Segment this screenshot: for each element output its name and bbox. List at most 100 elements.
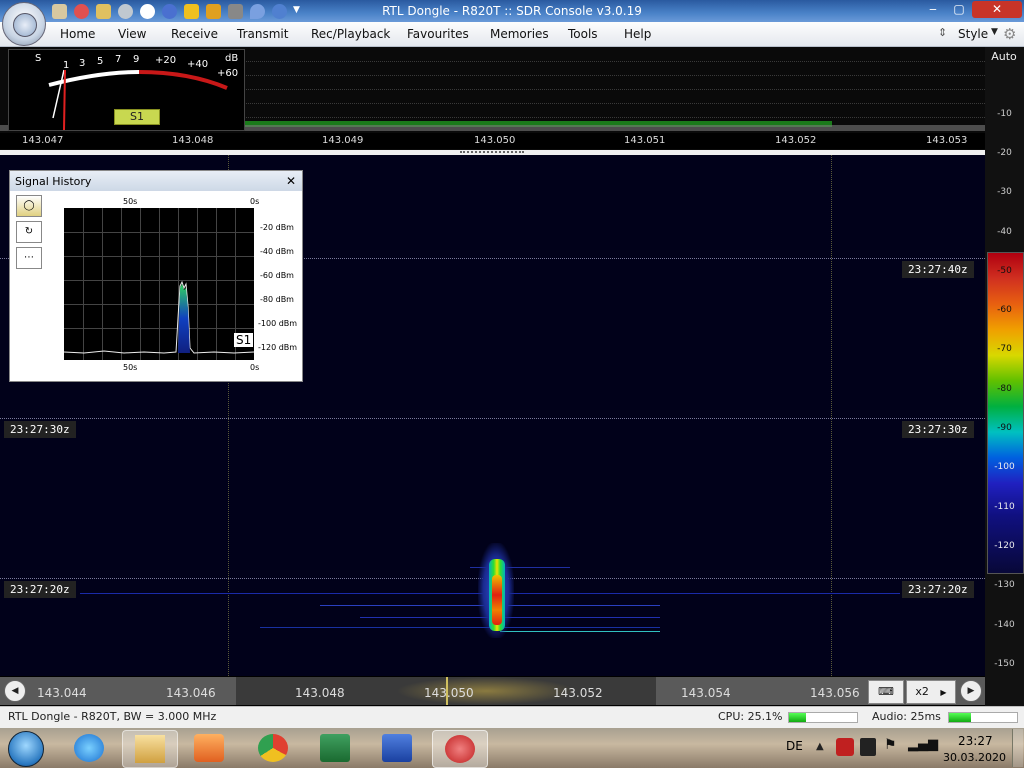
color-scale-label: -50 <box>997 266 1012 276</box>
media-player-icon <box>194 734 224 762</box>
keyboard-icon[interactable]: ⌨ <box>868 680 904 704</box>
cpu-meter-fill <box>789 713 807 722</box>
s-scale-label: 5 <box>97 56 104 67</box>
signal-core <box>492 575 502 625</box>
lock-icon[interactable] <box>206 4 221 19</box>
history-db-label: -100 dBm <box>258 319 298 328</box>
flag-icon[interactable]: ⚑ <box>884 737 897 753</box>
taskbar-internet-explorer[interactable] <box>62 730 116 766</box>
folder-icon <box>135 735 165 763</box>
gear-icon[interactable]: ⚙ <box>1003 25 1016 43</box>
freq-tick: 143.052 <box>775 135 817 146</box>
level-label: -140 <box>994 620 1015 630</box>
db-scale-label: +60 <box>217 68 239 79</box>
history-db-label: -60 dBm <box>260 271 294 280</box>
menu-rec-playback[interactable]: Rec/Playback <box>311 27 390 41</box>
language-indicator[interactable]: DE <box>786 739 803 753</box>
signal-history-panel[interactable]: Signal History ✕ ◯ ↻ ⋯ 50s 0s -20 dBm -4… <box>9 170 303 382</box>
history-db-label: -40 dBm <box>260 247 294 256</box>
s-scale-label: 7 <box>115 54 122 65</box>
antivirus-icon[interactable] <box>836 738 854 756</box>
taskbar-chrome[interactable] <box>246 730 300 766</box>
excel-icon <box>320 734 350 762</box>
show-hidden-icons-icon[interactable]: ▲ <box>816 741 824 752</box>
undo-icon[interactable] <box>272 4 287 19</box>
more-options-button[interactable]: ⋯ <box>16 247 42 269</box>
grid-line <box>240 89 985 90</box>
color-scale-bar[interactable] <box>987 252 1024 574</box>
taskbar-sdr-console[interactable] <box>432 730 488 768</box>
close-button[interactable]: ✕ <box>972 1 1022 18</box>
cpu-status: CPU: 25.1% <box>718 710 783 723</box>
taskbar-word[interactable] <box>370 730 424 766</box>
color-scale-label: -100 <box>994 462 1015 472</box>
s-scale-label: 9 <box>133 54 140 65</box>
network-icon[interactable]: ▂▄▆ <box>908 737 938 752</box>
color-scale-label: -110 <box>994 502 1015 512</box>
grip-icon <box>460 151 524 153</box>
chrome-icon <box>258 734 288 762</box>
scroll-right-button[interactable]: ▶ <box>960 680 982 702</box>
signal-history-title: Signal History <box>15 175 92 188</box>
style-arrows-icon[interactable]: ⇕ <box>938 26 947 39</box>
menu-help[interactable]: Help <box>624 27 651 41</box>
sdr-console-icon <box>445 735 475 763</box>
minimize-button[interactable]: ‒ <box>920 1 946 18</box>
quick-access-dropdown-icon[interactable]: ▼ <box>293 5 300 15</box>
star-icon[interactable] <box>184 4 199 19</box>
style-dropdown-icon[interactable]: ▼ <box>991 27 998 37</box>
windows-logo-icon <box>8 731 44 767</box>
clock-time[interactable]: 23:27 <box>958 734 993 748</box>
menu-transmit[interactable]: Transmit <box>237 27 288 41</box>
signal-trace <box>260 627 660 628</box>
clock-date[interactable]: 30.03.2020 <box>943 751 1006 764</box>
restore-button[interactable]: ▢ <box>946 1 972 18</box>
taskbar-media-player[interactable] <box>182 730 236 766</box>
history-db-label: -20 dBm <box>260 223 294 232</box>
range-freq-label: 143.052 <box>553 686 603 700</box>
db-scale-label: +20 <box>155 55 177 66</box>
folder-icon[interactable] <box>96 4 111 19</box>
drop-icon[interactable] <box>250 4 265 19</box>
camera-icon[interactable] <box>228 4 243 19</box>
zoom-value: x2 <box>915 685 929 698</box>
lifebuoy-icon[interactable] <box>74 4 89 19</box>
s-scale-label: 3 <box>79 58 86 69</box>
color-scale-label: -70 <box>997 344 1012 354</box>
spectrum-frequency-axis: 143.047 143.048 143.049 143.050 143.051 … <box>0 133 985 149</box>
menu-home[interactable]: Home <box>60 27 95 41</box>
signal-history-header[interactable]: Signal History ✕ <box>10 171 302 191</box>
zoom-button[interactable]: x2 ▶ <box>906 680 956 704</box>
timestamp-label: 23:27:30z <box>4 421 76 438</box>
reset-history-button[interactable]: ↻ <box>16 221 42 243</box>
taskbar-excel[interactable] <box>308 730 362 766</box>
style-menu[interactable]: Style <box>958 27 988 41</box>
history-reading: S1 <box>234 333 254 347</box>
home-icon[interactable] <box>52 4 67 19</box>
menu-view[interactable]: View <box>118 27 146 41</box>
menu-favourites[interactable]: Favourites <box>407 27 469 41</box>
add-icon[interactable] <box>162 4 177 19</box>
audio-meter <box>948 712 1018 723</box>
word-icon <box>382 734 412 762</box>
history-trace <box>64 280 254 354</box>
menu-receive[interactable]: Receive <box>171 27 218 41</box>
stop-icon[interactable] <box>140 4 155 19</box>
device-icon[interactable] <box>860 738 876 756</box>
timestamp-label: 23:27:40z <box>902 261 974 278</box>
play-icon[interactable] <box>118 4 133 19</box>
scroll-left-button[interactable]: ◀ <box>4 680 26 702</box>
show-desktop-button[interactable] <box>1012 729 1023 767</box>
freq-tick: 143.048 <box>172 135 214 146</box>
menu-memories[interactable]: Memories <box>490 27 549 41</box>
auto-level-button[interactable]: Auto <box>988 50 1020 68</box>
app-orb-button[interactable] <box>2 2 46 46</box>
start-button[interactable] <box>2 729 50 767</box>
taskbar-explorer[interactable] <box>122 730 178 768</box>
history-time-label: 50s <box>123 363 138 372</box>
color-scale-label: -80 <box>997 384 1012 394</box>
close-icon[interactable]: ✕ <box>286 174 296 188</box>
menu-tools[interactable]: Tools <box>568 27 598 41</box>
record-history-button[interactable]: ◯ <box>16 195 42 217</box>
range-freq-label: 143.056 <box>810 686 860 700</box>
